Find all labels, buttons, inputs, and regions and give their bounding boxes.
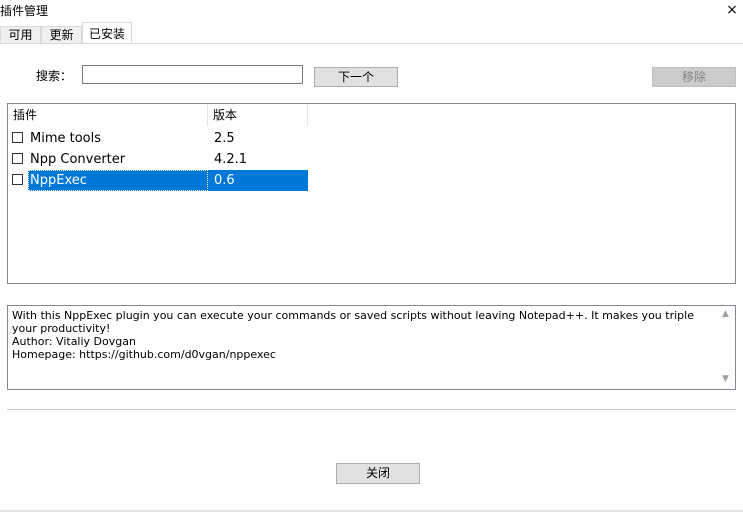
plugin-name: NppExec — [28, 170, 208, 191]
plugin-name: Mime tools — [30, 131, 102, 146]
column-header-plugin[interactable]: 插件 — [8, 104, 208, 126]
scroll-up-icon[interactable]: ▲ — [722, 309, 729, 319]
plugin-description[interactable]: With this NppExec plugin you can execute… — [7, 305, 736, 390]
list-item[interactable]: Npp Converter 4.2.1 — [8, 149, 308, 170]
tab-updates[interactable]: 更新 — [41, 26, 82, 43]
description-line: Homepage: https://github.com/d0vgan/nppe… — [12, 348, 276, 361]
tab-divider — [0, 43, 743, 44]
scroll-down-icon[interactable]: ▼ — [722, 374, 729, 384]
search-label: 搜索： — [36, 69, 73, 83]
remove-button[interactable]: 移除 — [652, 67, 736, 87]
window-close-icon[interactable]: × — [723, 1, 741, 19]
tab-available[interactable]: 可用 — [0, 26, 41, 43]
list-item[interactable]: Mime tools 2.5 — [8, 128, 308, 149]
search-input[interactable] — [82, 65, 303, 84]
find-next-button[interactable]: 下一个 — [314, 67, 398, 87]
list-item[interactable]: NppExec 0.6 — [8, 170, 308, 191]
plugin-checkbox[interactable] — [12, 153, 23, 164]
plugin-checkbox[interactable] — [12, 174, 23, 185]
description-line: Author: Vitaliy Dovgan — [12, 335, 136, 348]
plugin-name: Npp Converter — [30, 152, 126, 167]
divider — [7, 409, 736, 410]
plugin-checkbox[interactable] — [12, 132, 23, 143]
plugin-version: 2.5 — [214, 131, 235, 146]
tab-installed[interactable]: 已安装 — [82, 22, 132, 44]
description-scrollbar[interactable]: ▲ ▼ — [718, 306, 735, 389]
close-button[interactable]: 关闭 — [336, 463, 420, 484]
plugin-version: 0.6 — [208, 170, 308, 191]
column-header-version[interactable]: 版本 — [208, 104, 308, 126]
description-text: With this NppExec plugin you can execute… — [12, 309, 712, 361]
plugin-list[interactable]: 插件 版本 Mime tools 2.5 Npp Converter 4.2.1… — [7, 103, 736, 284]
window-title: 插件管理 — [0, 4, 49, 18]
description-line: With this NppExec plugin you can execute… — [12, 309, 698, 335]
plugin-version: 4.2.1 — [214, 152, 248, 167]
